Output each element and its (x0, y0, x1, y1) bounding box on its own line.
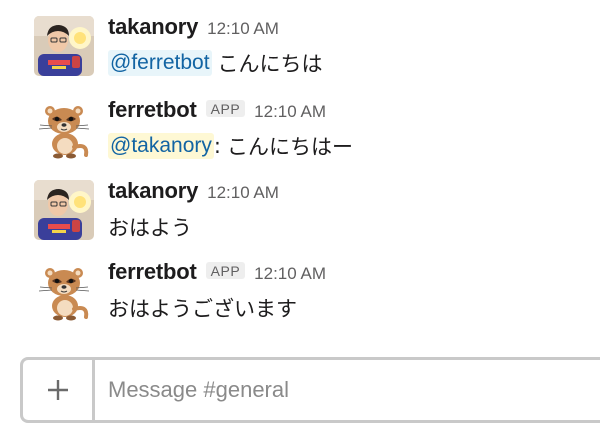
mention-link[interactable]: @takanory (108, 133, 214, 159)
message-header: ferretbot APP 12:10 AM (108, 259, 326, 289)
message-input[interactable] (108, 374, 588, 406)
ferret-icon (34, 99, 94, 159)
message-item: takanory 12:10 AM @ferretbot こんにちは (0, 14, 600, 84)
avatar[interactable] (34, 261, 94, 321)
timestamp[interactable]: 12:10 AM (207, 183, 279, 203)
mention-suffix: : (213, 134, 221, 158)
plus-icon (47, 380, 68, 400)
message-item: takanory 12:10 AM おはよう (0, 178, 600, 248)
message-text: @ferretbot こんにちは (108, 48, 323, 78)
message-header: takanory 12:10 AM (108, 178, 279, 208)
message-text-content: おはよう (108, 216, 192, 240)
ferret-icon (34, 261, 94, 321)
message-header: ferretbot APP 12:10 AM (108, 97, 326, 127)
avatar[interactable] (34, 99, 94, 159)
timestamp[interactable]: 12:10 AM (254, 102, 326, 122)
message-text: おはよう (108, 212, 192, 242)
attach-button[interactable] (23, 360, 95, 420)
message-item: ferretbot APP 12:10 AM おはようございます (0, 259, 600, 329)
message-text-content: おはようございます (108, 297, 297, 321)
timestamp[interactable]: 12:10 AM (207, 19, 279, 39)
sender-name[interactable]: ferretbot (108, 259, 197, 285)
avatar[interactable] (34, 180, 94, 240)
message-header: takanory 12:10 AM (108, 14, 279, 44)
user-photo-icon (34, 16, 94, 76)
sender-name[interactable]: takanory (108, 178, 198, 204)
sender-name[interactable]: ferretbot (108, 97, 197, 123)
timestamp[interactable]: 12:10 AM (254, 264, 326, 284)
message-text-content: こんにちはー (226, 135, 353, 159)
avatar[interactable] (34, 16, 94, 76)
app-badge: APP (205, 262, 246, 279)
message-text: おはようございます (108, 293, 297, 323)
app-badge: APP (205, 100, 246, 117)
message-composer (20, 357, 600, 423)
sender-name[interactable]: takanory (108, 14, 198, 40)
user-photo-icon (34, 180, 94, 240)
message-item: ferretbot APP 12:10 AM @takanory : こんにちは… (0, 97, 600, 167)
message-text: @takanory : こんにちはー (108, 131, 353, 161)
mention-link[interactable]: @ferretbot (108, 50, 212, 76)
message-text-content: こんにちは (217, 52, 323, 76)
